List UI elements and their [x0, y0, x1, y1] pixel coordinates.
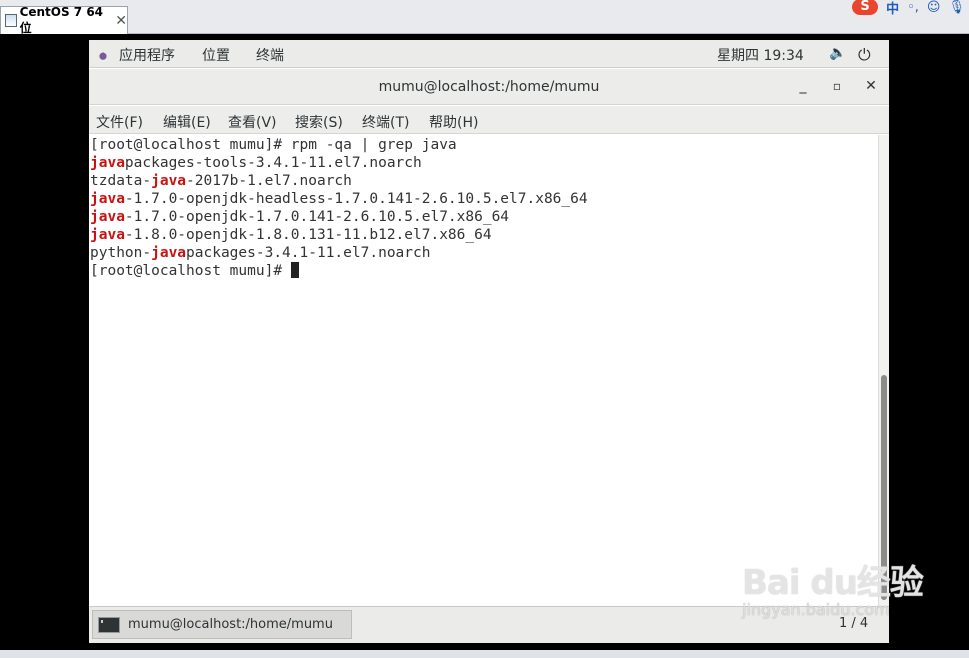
power-icon[interactable]: ⏻: [858, 45, 871, 65]
applications-label: 应用程序: [119, 48, 175, 64]
terminal-icon: [98, 616, 120, 633]
terminal-scrollbar[interactable]: [878, 135, 889, 606]
gnome-top-bar: 应用程序 位置 终端 星期四 19:34 🔈 ⏻: [89, 40, 889, 68]
menu-edit[interactable]: 编辑(E): [163, 112, 211, 132]
menu-view[interactable]: 查看(V): [228, 112, 277, 132]
watermark-brand: Bai du经验: [742, 563, 924, 603]
vm-tab[interactable]: CentOS 7 64 位 ✕: [0, 5, 128, 35]
ime-mode-indicator[interactable]: 中: [886, 0, 899, 17]
microphone-icon[interactable]: 🎙: [948, 0, 965, 15]
vm-tab-title: CentOS 7 64 位: [19, 5, 104, 35]
terminal-line: [root@localhost mumu]# rpm -qa | grep ja…: [90, 137, 457, 153]
terminal-line: java-1.8.0-openjdk-1.8.0.131-11.b12.el7.…: [90, 227, 492, 243]
terminal-line: javapackages-tools-3.4.1-11.el7.noarch: [90, 155, 422, 171]
menu-help[interactable]: 帮助(H): [429, 112, 478, 132]
window-title: mumu@localhost:/home/mumu: [378, 79, 600, 95]
menu-file[interactable]: 文件(F): [96, 112, 143, 132]
terminal-output[interactable]: [root@localhost mumu]# rpm -qa | grep ja…: [89, 135, 879, 606]
terminal-prompt-line: [root@localhost mumu]#: [90, 262, 879, 280]
text-cursor: [290, 262, 299, 278]
volume-icon[interactable]: 🔈: [829, 45, 846, 61]
vm-tab-bar: CentOS 7 64 位 ✕ S 中 ◦, ☺ 🎙: [0, 0, 969, 35]
terminal-menu-bar: 文件(F) 编辑(E) 查看(V) 搜索(S) 终端(T) 帮助(H): [89, 106, 889, 134]
punctuation-icon[interactable]: ◦,: [907, 0, 919, 15]
terminal-app-menu[interactable]: 终端: [256, 45, 284, 65]
vm-tab-close-icon[interactable]: ✕: [115, 13, 127, 29]
taskbar-window-label: mumu@localhost:/home/mumu: [128, 617, 333, 632]
guest-desktop: 应用程序 位置 终端 星期四 19:34 🔈 ⏻ mumu@localhost:…: [89, 40, 889, 643]
ime-tray: S 中 ◦, ☺ 🎙: [852, 0, 969, 17]
taskbar-window-button[interactable]: mumu@localhost:/home/mumu: [92, 610, 352, 639]
terminal-line: python-javapackages-3.4.1-11.el7.noarch: [90, 245, 431, 261]
menu-terminal[interactable]: 终端(T): [362, 112, 409, 132]
terminal-prompt: [root@localhost mumu]#: [90, 263, 291, 279]
close-button[interactable]: ✕: [861, 78, 881, 94]
baidu-watermark: Bai du经验 jingyan.baidu.com: [742, 555, 924, 619]
gnome-foot-icon: [96, 48, 110, 62]
places-menu[interactable]: 位置: [202, 45, 230, 65]
maximize-button[interactable]: ▫: [827, 79, 847, 93]
emoji-icon[interactable]: ☺: [927, 0, 941, 15]
window-title-bar: mumu@localhost:/home/mumu _ ▫ ✕: [89, 69, 889, 105]
host-status-strip: [0, 650, 969, 658]
terminal-line: java-1.7.0-openjdk-headless-1.7.0.141-2.…: [90, 191, 588, 207]
vm-icon: [5, 14, 17, 27]
terminal-line: java-1.7.0-openjdk-1.7.0.141-2.6.10.5.el…: [90, 209, 510, 225]
minimize-button[interactable]: _: [793, 78, 813, 94]
menu-search[interactable]: 搜索(S): [295, 112, 343, 132]
clock[interactable]: 星期四 19:34: [717, 45, 804, 65]
sogou-ime-icon[interactable]: S: [852, 0, 879, 15]
applications-menu[interactable]: 应用程序: [96, 45, 175, 65]
terminal-line: tzdata-java-2017b-1.el7.noarch: [90, 173, 352, 189]
